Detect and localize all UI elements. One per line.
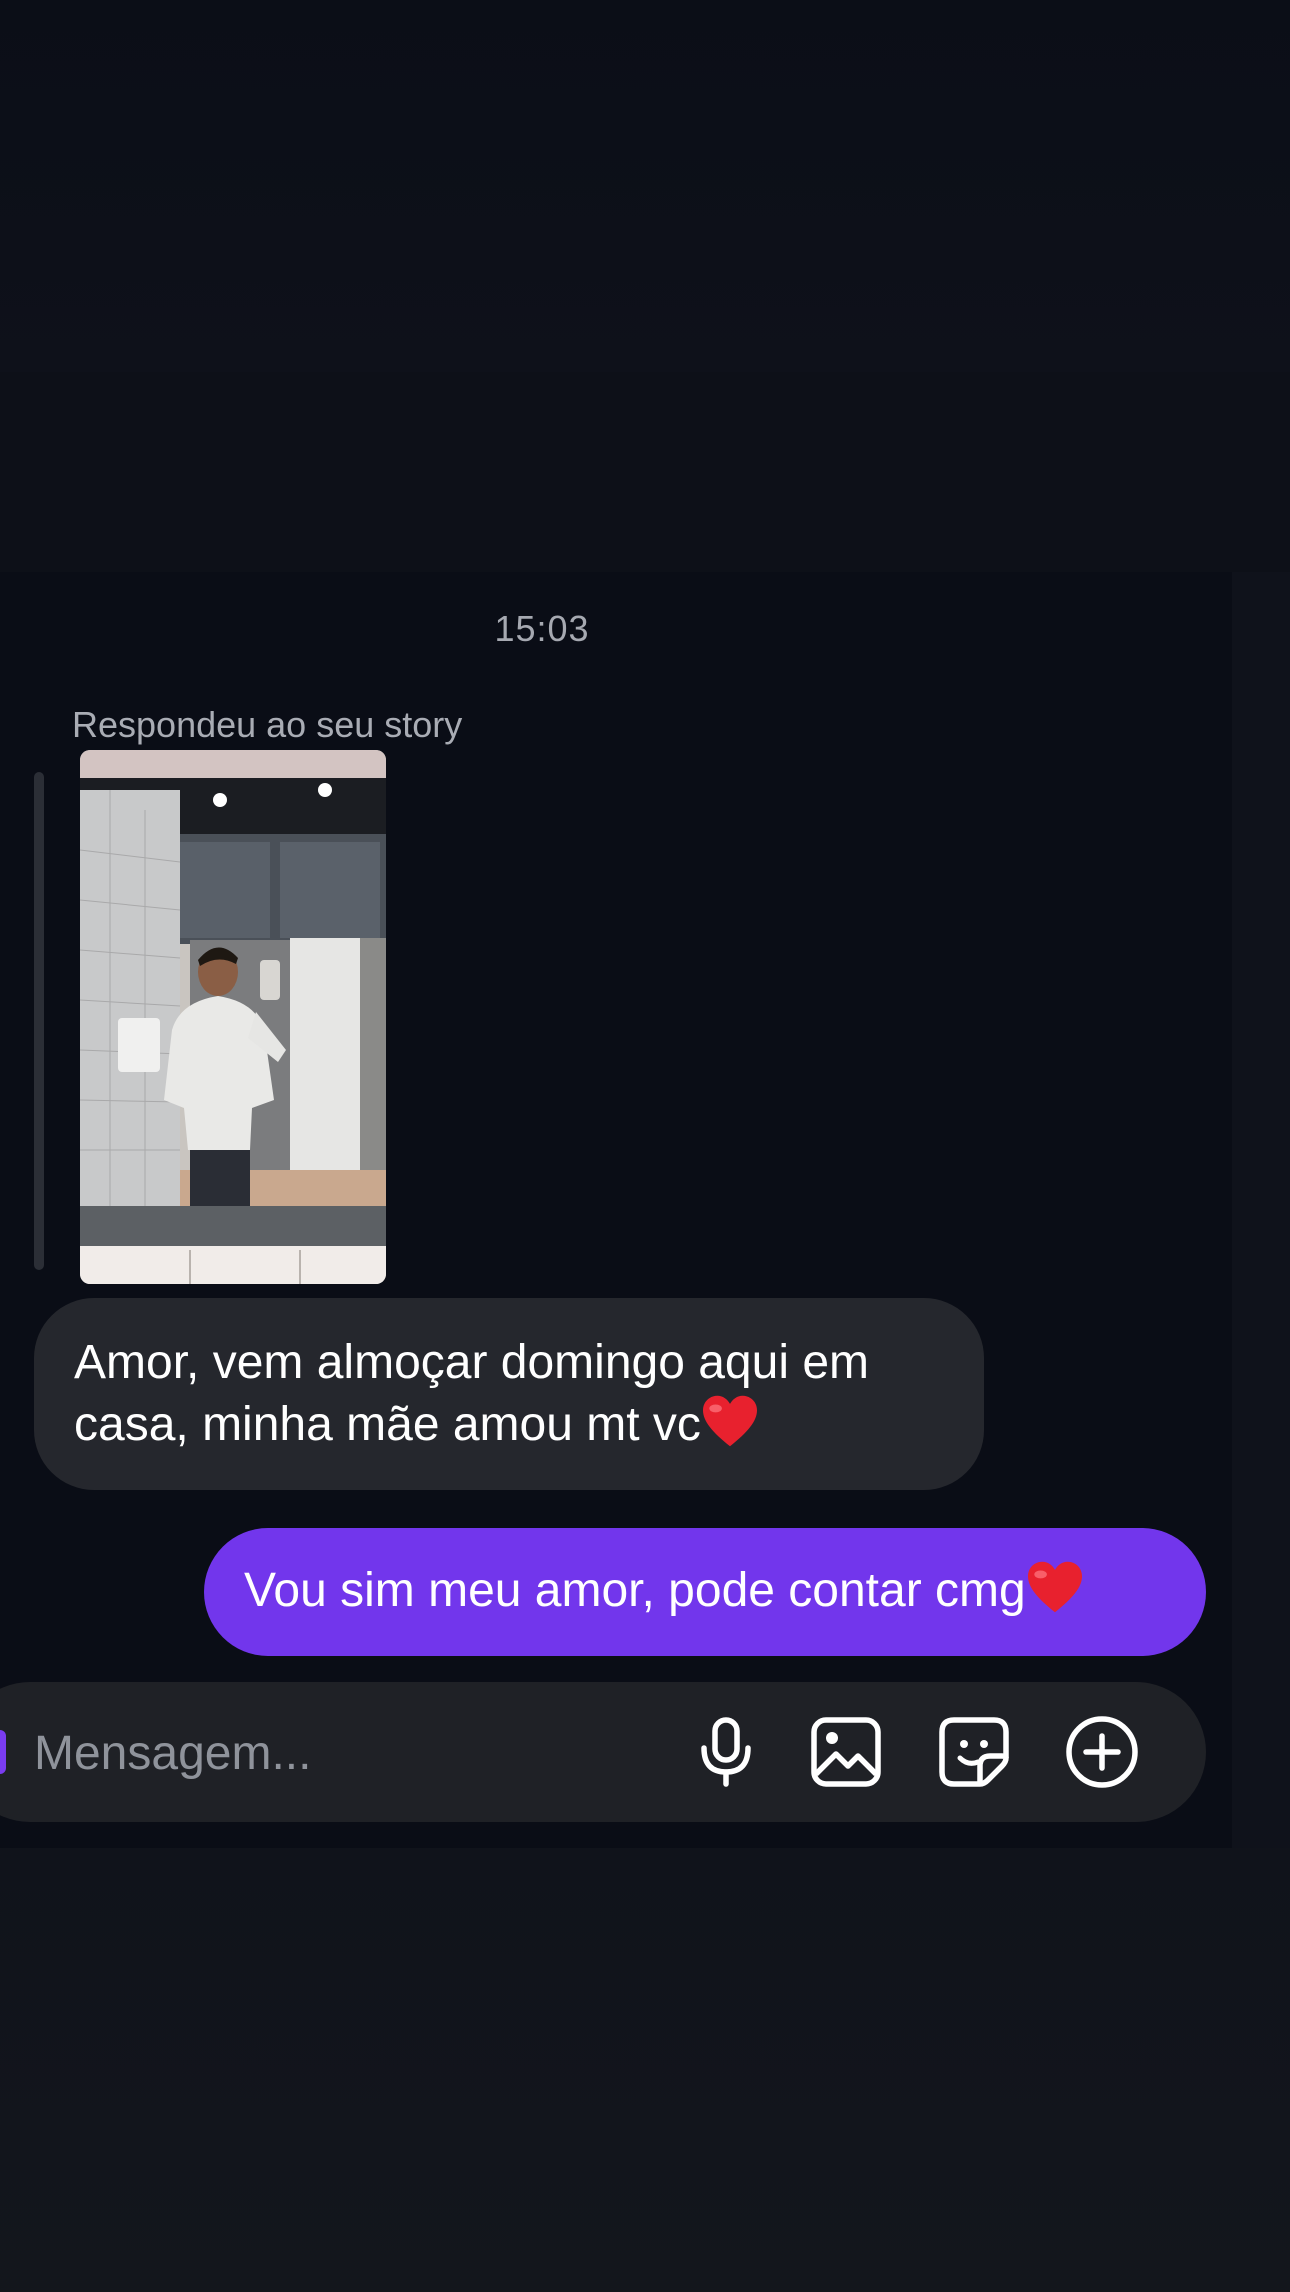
add-button[interactable]	[1064, 1714, 1140, 1790]
story-photo	[80, 750, 386, 1284]
sent-message-bubble[interactable]: Vou sim meu amor, pode contar cmg	[204, 1528, 1206, 1656]
message-timestamp: 15:03	[494, 608, 590, 649]
plus-circle-icon	[1066, 1716, 1138, 1788]
red-heart-icon	[1027, 1561, 1082, 1613]
received-message-bubble[interactable]: Amor, vem almoçar domingo aqui em casa, …	[34, 1298, 984, 1490]
story-thumbnail[interactable]	[80, 750, 386, 1284]
background-top	[0, 0, 1290, 372]
sent-message-text: Vou sim meu amor, pode contar cmg	[244, 1564, 1026, 1617]
background-middle	[0, 372, 1290, 572]
story-reply-label: Respondeu ao seu story	[72, 704, 463, 745]
microphone-button[interactable]	[688, 1714, 764, 1790]
sticker-button[interactable]	[936, 1714, 1012, 1790]
gallery-button[interactable]	[808, 1714, 884, 1790]
received-message-line-2-text: casa, minha mãe amou mt vc	[74, 1398, 701, 1451]
received-message-line-1: Amor, vem almoçar domingo aqui em	[74, 1336, 869, 1389]
red-heart-icon	[702, 1395, 757, 1447]
story-reply-bar	[34, 772, 44, 1270]
message-input[interactable]	[34, 1718, 634, 1788]
microphone-icon	[701, 1717, 751, 1787]
received-message-line-2: casa, minha mãe amou mt vc	[74, 1394, 946, 1456]
gallery-icon	[811, 1717, 881, 1787]
camera-button-edge[interactable]	[0, 1730, 6, 1774]
sticker-icon	[939, 1717, 1009, 1787]
chat-panel-edge	[1232, 572, 1290, 1848]
background-bottom	[0, 1848, 1290, 2292]
sent-message-line: Vou sim meu amor, pode contar cmg	[244, 1560, 1166, 1622]
